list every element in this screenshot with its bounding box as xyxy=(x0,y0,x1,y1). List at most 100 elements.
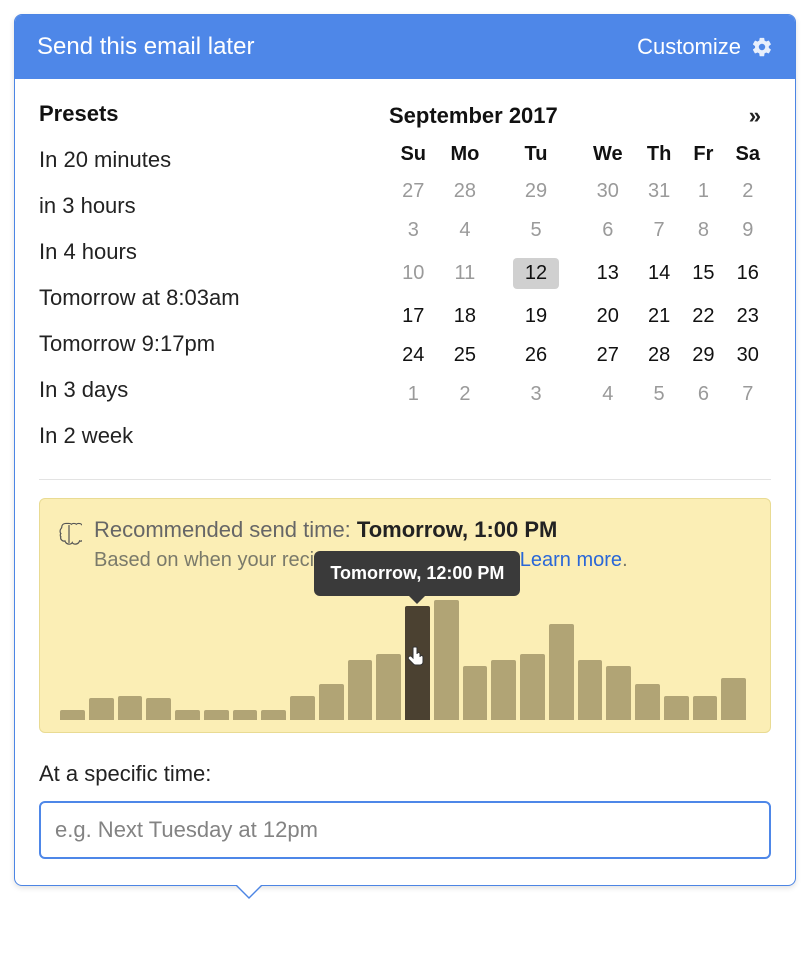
calendar-day[interactable]: 15 xyxy=(682,250,724,297)
calendar-day[interactable]: 9 xyxy=(725,211,772,250)
chart-bar[interactable] xyxy=(491,660,516,720)
gear-icon[interactable] xyxy=(751,36,773,58)
reco-value: Tomorrow, 1:00 PM xyxy=(357,517,557,542)
specific-time-section: At a specific time: xyxy=(39,761,771,859)
calendar-day[interactable]: 21 xyxy=(636,297,682,336)
calendar-day[interactable]: 19 xyxy=(492,297,579,336)
calendar-day[interactable]: 6 xyxy=(580,211,636,250)
presets-column: Presets In 20 minutesin 3 hoursIn 4 hour… xyxy=(39,101,379,459)
preset-item[interactable]: In 3 days xyxy=(39,367,379,413)
calendar-month-label: September 2017 xyxy=(389,103,558,129)
brain-icon xyxy=(56,521,82,547)
learn-more-link[interactable]: Learn more xyxy=(520,549,622,571)
chart-bar[interactable] xyxy=(376,654,401,720)
calendar-next-button[interactable]: » xyxy=(739,101,771,131)
calendar-day[interactable]: 2 xyxy=(438,375,493,414)
chart-bar[interactable] xyxy=(261,710,286,720)
calendar-day[interactable]: 12 xyxy=(492,250,579,297)
calendar-day[interactable]: 1 xyxy=(389,375,438,414)
chart-bar[interactable] xyxy=(175,710,200,720)
chart-bar[interactable] xyxy=(319,684,344,720)
preset-item[interactable]: In 2 week xyxy=(39,413,379,459)
calendar-day[interactable]: 23 xyxy=(725,297,772,336)
calendar-day[interactable]: 31 xyxy=(636,172,682,211)
chart-bar[interactable] xyxy=(693,696,718,720)
calendar-day[interactable]: 13 xyxy=(580,250,636,297)
calendar-day[interactable]: 3 xyxy=(389,211,438,250)
calendar-day[interactable]: 29 xyxy=(492,172,579,211)
panel-header: Send this email later Customize xyxy=(15,15,795,79)
calendar-dayname: Sa xyxy=(725,137,772,172)
calendar-day[interactable]: 4 xyxy=(438,211,493,250)
calendar-dayname: Mo xyxy=(438,137,493,172)
calendar-day[interactable]: 8 xyxy=(682,211,724,250)
calendar-day[interactable]: 27 xyxy=(580,336,636,375)
chart-bar[interactable] xyxy=(606,666,631,720)
chart-bar[interactable] xyxy=(290,696,315,720)
calendar-day[interactable]: 14 xyxy=(636,250,682,297)
preset-item[interactable]: In 20 minutes xyxy=(39,137,379,183)
chart-bar[interactable] xyxy=(233,710,258,720)
presets-list: In 20 minutesin 3 hoursIn 4 hoursTomorro… xyxy=(39,137,379,459)
panel-pointer xyxy=(235,885,263,899)
chart-bar[interactable] xyxy=(520,654,545,720)
chart-bar[interactable] xyxy=(463,666,488,720)
calendar-day[interactable]: 29 xyxy=(682,336,724,375)
top-row: Presets In 20 minutesin 3 hoursIn 4 hour… xyxy=(39,101,771,459)
chart-bar[interactable] xyxy=(549,624,574,720)
calendar-day[interactable]: 7 xyxy=(725,375,772,414)
calendar-day[interactable]: 24 xyxy=(389,336,438,375)
activity-chart: Tomorrow, 12:00 PM xyxy=(56,590,750,720)
panel-title: Send this email later xyxy=(37,33,254,61)
calendar-day[interactable]: 27 xyxy=(389,172,438,211)
calendar-dayname: Tu xyxy=(492,137,579,172)
chart-bar[interactable] xyxy=(89,698,114,720)
chart-bar[interactable] xyxy=(578,660,603,720)
calendar-day[interactable]: 22 xyxy=(682,297,724,336)
calendar-day[interactable]: 17 xyxy=(389,297,438,336)
chart-bar[interactable] xyxy=(664,696,689,720)
header-right: Customize xyxy=(637,34,773,60)
chart-bar[interactable] xyxy=(204,710,229,720)
recommendation-text: Recommended send time: Tomorrow, 1:00 PM… xyxy=(94,517,628,572)
calendar-day[interactable]: 28 xyxy=(438,172,493,211)
calendar-day[interactable]: 11 xyxy=(438,250,493,297)
calendar-column: September 2017 » SuMoTuWeThFrSa 27282930… xyxy=(389,101,771,459)
calendar-day[interactable]: 28 xyxy=(636,336,682,375)
calendar-day[interactable]: 30 xyxy=(725,336,772,375)
chart-bar[interactable] xyxy=(721,678,746,720)
chart-bar[interactable] xyxy=(434,600,459,720)
chart-bar[interactable] xyxy=(60,710,85,720)
preset-item[interactable]: Tomorrow at 8:03am xyxy=(39,275,379,321)
calendar-day[interactable]: 1 xyxy=(682,172,724,211)
recommendation-box: Recommended send time: Tomorrow, 1:00 PM… xyxy=(39,498,771,733)
chart-bar[interactable] xyxy=(348,660,373,720)
calendar-day[interactable]: 18 xyxy=(438,297,493,336)
calendar-header: September 2017 » xyxy=(389,101,771,131)
calendar-day[interactable]: 10 xyxy=(389,250,438,297)
calendar-dayname: Fr xyxy=(682,137,724,172)
calendar-day[interactable]: 5 xyxy=(492,211,579,250)
preset-item[interactable]: Tomorrow 9:17pm xyxy=(39,321,379,367)
calendar-day[interactable]: 25 xyxy=(438,336,493,375)
calendar-day[interactable]: 16 xyxy=(725,250,772,297)
specific-time-input[interactable] xyxy=(39,801,771,859)
calendar-day[interactable]: 30 xyxy=(580,172,636,211)
preset-item[interactable]: In 4 hours xyxy=(39,229,379,275)
chart-bar[interactable] xyxy=(635,684,660,720)
customize-link[interactable]: Customize xyxy=(637,34,741,60)
calendar-day[interactable]: 6 xyxy=(682,375,724,414)
calendar-day[interactable]: 3 xyxy=(492,375,579,414)
chart-bar[interactable] xyxy=(118,696,143,720)
calendar-day[interactable]: 2 xyxy=(725,172,772,211)
calendar-day[interactable]: 7 xyxy=(636,211,682,250)
calendar-day[interactable]: 20 xyxy=(580,297,636,336)
calendar-day[interactable]: 4 xyxy=(580,375,636,414)
chart-bar[interactable] xyxy=(146,698,171,720)
calendar-day[interactable]: 5 xyxy=(636,375,682,414)
divider xyxy=(39,479,771,480)
calendar-day[interactable]: 26 xyxy=(492,336,579,375)
calendar-dayname: We xyxy=(580,137,636,172)
preset-item[interactable]: in 3 hours xyxy=(39,183,379,229)
panel-body: Presets In 20 minutesin 3 hoursIn 4 hour… xyxy=(15,79,795,885)
